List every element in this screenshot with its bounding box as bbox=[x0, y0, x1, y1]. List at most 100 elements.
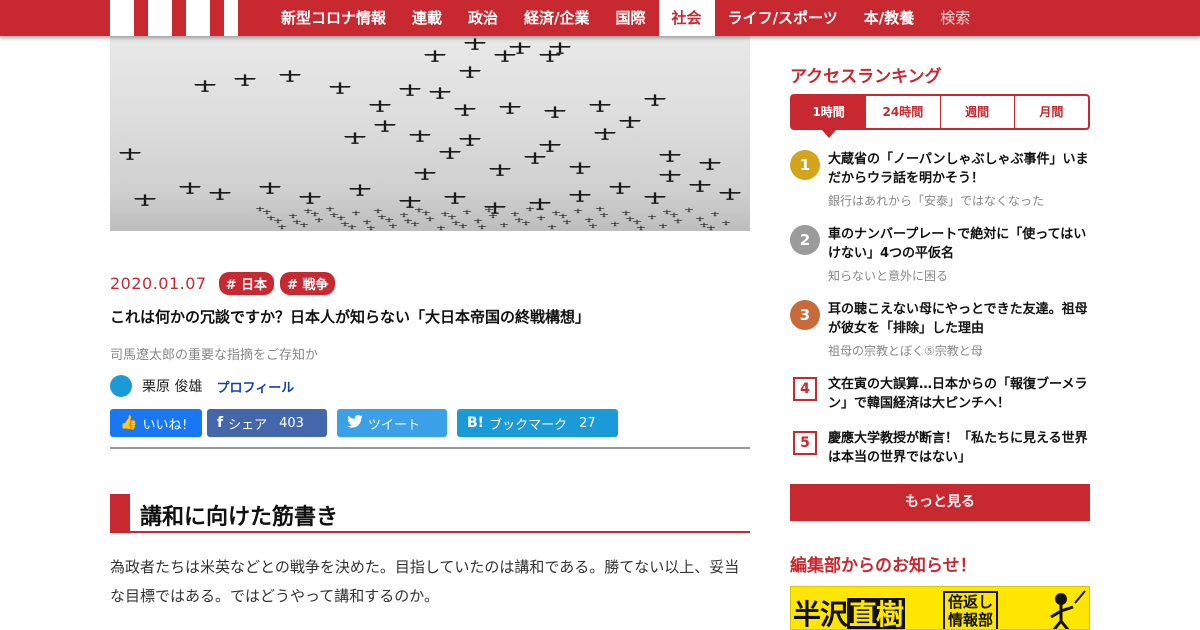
ranking-title-1: 大蔵省の「ノーパンしゃぶしゃぶ事件」いまだからウラ話を明かそう！ bbox=[828, 152, 1089, 186]
aircraft-silhouette bbox=[510, 211, 520, 217]
aircraft-silhouette bbox=[351, 210, 361, 216]
aircraft-silhouette bbox=[329, 212, 339, 218]
banner-side-text: 倍返し 情報部 bbox=[943, 591, 999, 629]
ranking-sub-1: 銀行はあれから「安泰」ではなくなった bbox=[828, 194, 1045, 208]
nav-item-books[interactable]: 本/教養 bbox=[851, 0, 927, 36]
tab-monthly[interactable]: 月間 bbox=[1013, 96, 1088, 128]
more-button[interactable]: もっと見る bbox=[790, 484, 1090, 521]
aircraft-silhouette bbox=[410, 221, 420, 227]
aircraft-silhouette bbox=[659, 170, 681, 182]
aircraft-silhouette bbox=[403, 218, 413, 224]
nav-item-international[interactable]: 国際 bbox=[603, 0, 659, 36]
aircraft-silhouette bbox=[399, 84, 421, 96]
aircraft-silhouette bbox=[699, 222, 709, 228]
aircraft-silhouette bbox=[314, 217, 324, 223]
aircraft-silhouette bbox=[451, 220, 461, 226]
top-nav-bar: 新型コロナ情報 連載 政治 経済/企業 国際 社会 ライフ/スポーツ 本/教養 … bbox=[0, 0, 1200, 36]
aircraft-silhouette bbox=[462, 209, 472, 215]
aircraft-silhouette bbox=[459, 134, 481, 146]
aircraft-silhouette bbox=[539, 140, 561, 152]
aircraft-silhouette bbox=[447, 214, 457, 220]
aircraft-silhouette bbox=[524, 152, 546, 164]
ranking-item-2[interactable]: 2 車のナンバープレートで絶対に「使ってはいけない」4つの平仮名 知らないと意外… bbox=[790, 225, 1090, 285]
article-subtitle: 司馬遼太郎の重要な指摘をご存知か bbox=[110, 348, 319, 363]
aircraft-silhouette bbox=[194, 80, 216, 92]
aircraft-silhouette bbox=[636, 225, 646, 231]
aircraft-silhouette bbox=[610, 221, 620, 227]
aircraft-silhouette bbox=[303, 208, 313, 214]
aircraft-silhouette bbox=[689, 180, 711, 192]
rank-number-5: 5 bbox=[793, 431, 817, 455]
nav-item-series[interactable]: 連載 bbox=[399, 0, 455, 36]
aircraft-silhouette bbox=[484, 202, 506, 214]
ranking-item-3[interactable]: 3 耳の聴こえない母にやっとできた友達。祖母が彼女を「排除」した理由 祖母の宗教… bbox=[790, 300, 1090, 360]
aircraft-silhouette bbox=[539, 50, 561, 62]
nav-item-corona[interactable]: 新型コロナ情報 bbox=[268, 0, 399, 36]
aircraft-silhouette bbox=[494, 50, 516, 62]
author-avatar bbox=[110, 375, 132, 397]
nav-item-society[interactable]: 社会 bbox=[658, 0, 715, 36]
hatena-bookmark-label: ブックマーク bbox=[489, 417, 568, 433]
article-meta: 2020.01.07 # 日本 # 戦争 bbox=[110, 271, 336, 295]
aircraft-silhouette bbox=[429, 87, 451, 99]
aircraft-silhouette bbox=[619, 116, 641, 128]
tag-war[interactable]: # 戦争 bbox=[280, 271, 336, 295]
aircraft-silhouette bbox=[536, 215, 546, 221]
tab-weekly[interactable]: 週間 bbox=[939, 96, 1014, 128]
section-heading-bar bbox=[110, 494, 130, 531]
aircraft-silhouette bbox=[329, 82, 351, 94]
section-heading: 講和に向けた筋書き bbox=[110, 494, 750, 533]
aircraft-silhouette bbox=[399, 196, 421, 208]
twitter-share-label: ツイート bbox=[368, 417, 421, 433]
nav-item-politics[interactable]: 政治 bbox=[455, 0, 511, 36]
like-button[interactable]: 👍 いいね！ bbox=[110, 409, 202, 437]
aircraft-silhouette bbox=[340, 221, 350, 227]
aircraft-silhouette bbox=[658, 223, 668, 229]
aircraft-silhouette bbox=[699, 158, 721, 170]
ranking-item-4[interactable]: 4 文在寅の大誤算…日本からの「報復ブーメラン」で韓国経済は大ピンチへ！ bbox=[790, 375, 1090, 415]
hatena-bookmark-button[interactable]: B! ブックマーク 27 bbox=[457, 409, 618, 437]
aircraft-silhouette bbox=[659, 150, 681, 162]
aircraft-silhouette bbox=[444, 192, 466, 204]
like-label: いいね！ bbox=[142, 417, 195, 433]
aircraft-silhouette bbox=[425, 216, 435, 222]
profile-link[interactable]: プロフィール bbox=[216, 377, 294, 396]
nav-item-life-sports[interactable]: ライフ/スポーツ bbox=[715, 0, 851, 36]
article-date: 2020.01.07 bbox=[110, 273, 207, 293]
facebook-share-button[interactable]: f シェア 403 bbox=[207, 409, 327, 437]
aircraft-silhouette bbox=[484, 207, 494, 213]
aircraft-silhouette bbox=[440, 211, 450, 217]
ranking-title-4: 文在寅の大誤算…日本からの「報復ブーメラン」で韓国経済は大ピンチへ！ bbox=[828, 377, 1088, 411]
aircraft-silhouette bbox=[310, 211, 320, 217]
promo-banner[interactable]: 半沢直樹 倍返し 情報部 bbox=[790, 586, 1090, 630]
nav-item-economy[interactable]: 経済/企業 bbox=[511, 0, 602, 36]
aircraft-silhouette bbox=[662, 209, 672, 215]
main-nav: 新型コロナ情報 連載 政治 経済/企業 国際 社会 ライフ/スポーツ 本/教養 … bbox=[268, 0, 983, 36]
aircraft-silhouette bbox=[551, 210, 561, 216]
ranking-item-1[interactable]: 1 大蔵省の「ノーパンしゃぶしゃぶ事件」いまだからウラ話を明かそう！ 銀行はあれ… bbox=[790, 150, 1090, 210]
aircraft-silhouette bbox=[644, 192, 666, 204]
nav-item-search[interactable]: 検索 bbox=[927, 0, 983, 36]
aircraft-silhouette bbox=[377, 214, 387, 220]
site-logo[interactable] bbox=[110, 0, 248, 36]
aircraft-silhouette bbox=[414, 207, 424, 213]
aircraft-silhouette bbox=[325, 206, 335, 212]
aircraft-silhouette bbox=[549, 42, 571, 54]
aircraft-silhouette bbox=[374, 120, 396, 132]
aircraft-silhouette bbox=[266, 215, 276, 221]
rank-number-4: 4 bbox=[793, 377, 817, 401]
banner-title: 半沢直樹 bbox=[793, 598, 906, 630]
tab-24-hours[interactable]: 24時間 bbox=[865, 96, 939, 128]
aircraft-silhouette bbox=[414, 168, 436, 180]
aircraft-silhouette bbox=[721, 220, 731, 226]
aircraft-silhouette bbox=[273, 218, 283, 224]
ranking-item-5[interactable]: 5 慶應大学教授が断言！「私たちに見える世界は本当の世界ではない」 bbox=[790, 429, 1090, 469]
aircraft-silhouette bbox=[458, 223, 468, 229]
twitter-share-button[interactable]: ツイート bbox=[337, 409, 447, 437]
tag-japan[interactable]: # 日本 bbox=[218, 271, 275, 295]
aircraft-silhouette bbox=[299, 222, 309, 228]
ranking-title-5: 慶應大学教授が断言！「私たちに見える世界は本当の世界ではない」 bbox=[828, 431, 1088, 465]
aircraft-silhouette bbox=[684, 207, 694, 213]
tab-1-hour[interactable]: 1時間 bbox=[792, 96, 866, 138]
aircraft-silhouette bbox=[436, 225, 446, 231]
